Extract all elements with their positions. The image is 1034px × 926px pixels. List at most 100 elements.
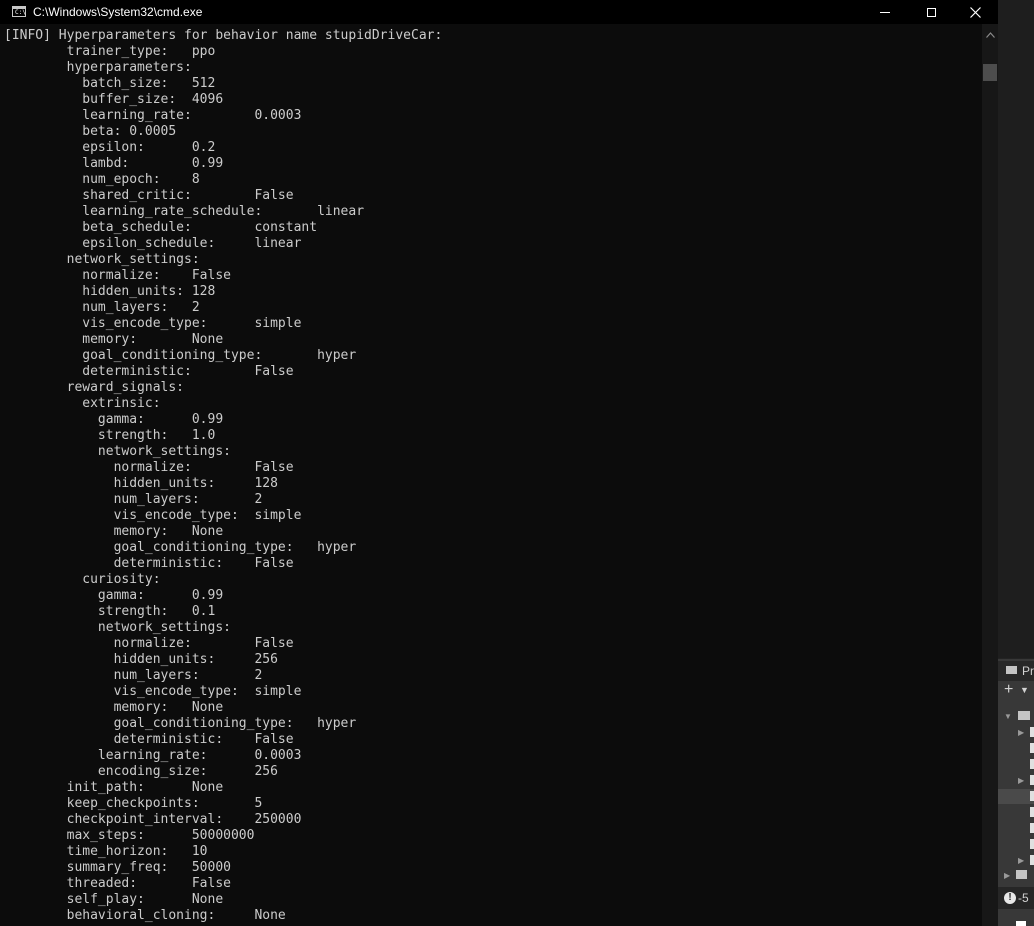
console-line: encoding_size: 256	[4, 764, 278, 779]
console-line: deterministic: False	[4, 556, 294, 571]
console-line: num_epoch: 8	[4, 172, 200, 187]
background-editor-area	[998, 0, 1034, 658]
console-line: behavioral_cloning: None	[4, 908, 286, 923]
console-line: beta_schedule: constant	[4, 220, 318, 235]
window-title: C:\Windows\System32\cmd.exe	[33, 5, 203, 19]
console-line: vis_encode_type: simple	[4, 316, 302, 331]
folder-icon	[1016, 870, 1027, 879]
expand-down-icon[interactable]: ▼	[1004, 712, 1012, 722]
close-button[interactable]	[952, 0, 998, 24]
tree-item[interactable]	[1030, 759, 1034, 769]
title-bar[interactable]: C:\ C:\Windows\System32\cmd.exe	[0, 0, 998, 24]
console-window: C:\ C:\Windows\System32\cmd.exe [INFO] H…	[0, 0, 998, 926]
console-line: extrinsic:	[4, 396, 161, 411]
console-line: goal_conditioning_type: hyper	[4, 540, 357, 555]
console-line: hidden_units: 128	[4, 476, 278, 491]
console-line: curiosity:	[4, 572, 161, 587]
close-icon	[969, 6, 981, 18]
add-button[interactable]: +	[1004, 681, 1013, 699]
chevron-down-icon[interactable]: ▼	[1020, 681, 1029, 699]
console-line: reward_signals:	[4, 380, 185, 395]
folder-icon	[1006, 666, 1017, 674]
console-line: normalize: False	[4, 460, 294, 475]
console-line: gamma: 0.99	[4, 412, 224, 427]
minimize-button[interactable]	[862, 0, 908, 24]
console-line: gamma: 0.99	[4, 588, 224, 603]
windows-logo-icon[interactable]	[1016, 921, 1026, 926]
console-line: strength: 0.1	[4, 604, 216, 619]
console-line: trainer_type: ppo	[4, 44, 216, 59]
console-line: batch_size: 512	[4, 76, 216, 91]
console-line: beta: 0.0005	[4, 124, 177, 139]
background-editor-window: Pr + ▼ ▼ ▶ ▶ ▶ ▶ ! -5	[998, 0, 1034, 926]
tree-item[interactable]	[1030, 791, 1034, 801]
console-line: epsilon: 0.2	[4, 140, 216, 155]
expand-right-icon[interactable]: ▶	[1004, 871, 1010, 881]
tree-item[interactable]	[1030, 807, 1034, 817]
console-line: vis_encode_type: simple	[4, 508, 302, 523]
console-line: deterministic: False	[4, 364, 294, 379]
console-line: learning_rate: 0.0003	[4, 108, 302, 123]
vertical-scrollbar[interactable]	[982, 24, 998, 926]
console-line: hyperparameters:	[4, 60, 192, 75]
console-output[interactable]: [INFO] Hyperparameters for behavior name…	[4, 28, 980, 926]
console-line: hidden_units: 128	[4, 284, 216, 299]
console-line: network_settings:	[4, 620, 231, 635]
console-line: init_path: None	[4, 780, 224, 795]
console-line: time_horizon: 10	[4, 844, 208, 859]
console-line: deterministic: False	[4, 732, 294, 747]
tree-item[interactable]	[1030, 855, 1034, 865]
console-line: strength: 1.0	[4, 428, 216, 443]
console-line: num_layers: 2	[4, 300, 200, 315]
console-line: threaded: False	[4, 876, 231, 891]
status-text: -5	[1018, 891, 1029, 905]
console-line: learning_rate_schedule: linear	[4, 204, 365, 219]
console-line: memory: None	[4, 524, 224, 539]
maximize-icon	[926, 7, 936, 17]
taskbar-strip	[998, 909, 1034, 926]
tree-item[interactable]	[1030, 743, 1034, 753]
tree-item[interactable]	[1030, 727, 1034, 737]
console-line: checkpoint_interval: 250000	[4, 812, 302, 827]
chevron-up-icon	[985, 32, 995, 38]
tree-item[interactable]	[1030, 839, 1034, 849]
console-line: goal_conditioning_type: hyper	[4, 348, 357, 363]
console-status-bar[interactable]: ! -5	[998, 887, 1034, 909]
console-line: summary_freq: 50000	[4, 860, 231, 875]
console-line: num_layers: 2	[4, 492, 263, 507]
console-line: self_play: None	[4, 892, 224, 907]
console-line: num_layers: 2	[4, 668, 263, 683]
console-line: hidden_units: 256	[4, 652, 278, 667]
console-line: normalize: False	[4, 268, 231, 283]
console-line: shared_critic: False	[4, 188, 294, 203]
console-line: normalize: False	[4, 636, 294, 651]
expand-right-icon[interactable]: ▶	[1018, 728, 1024, 738]
cmd-icon: C:\	[12, 6, 26, 17]
console-line: memory: None	[4, 700, 224, 715]
project-panel-tab-label: Pr	[1022, 664, 1034, 678]
scroll-thumb[interactable]	[983, 64, 997, 81]
warning-icon: !	[1004, 892, 1016, 904]
minimize-icon	[880, 11, 890, 13]
console-line: buffer_size: 4096	[4, 92, 224, 107]
console-line: network_settings:	[4, 444, 231, 459]
project-panel-tab[interactable]: Pr	[998, 661, 1034, 681]
project-panel: Pr + ▼ ▼ ▶ ▶ ▶ ▶ ! -5	[998, 658, 1034, 926]
console-line: goal_conditioning_type: hyper	[4, 716, 357, 731]
maximize-button[interactable]	[908, 0, 954, 24]
console-line: max_steps: 50000000	[4, 828, 255, 843]
console-line: vis_encode_type: simple	[4, 684, 302, 699]
open-folder-icon	[1018, 711, 1030, 720]
console-line: epsilon_schedule: linear	[4, 236, 302, 251]
console-line: network_settings:	[4, 252, 200, 267]
tree-item[interactable]	[1030, 775, 1034, 785]
expand-right-icon[interactable]: ▶	[1018, 856, 1024, 866]
tree-item[interactable]	[1030, 823, 1034, 833]
console-line: lambd: 0.99	[4, 156, 224, 171]
console-line: [INFO] Hyperparameters for behavior name…	[4, 28, 443, 43]
scroll-up-button[interactable]	[982, 28, 998, 42]
tree-item-selected[interactable]	[998, 789, 1034, 804]
expand-right-icon[interactable]: ▶	[1018, 776, 1024, 786]
cmd-icon-label: C:\	[15, 9, 26, 16]
console-line: learning_rate: 0.0003	[4, 748, 302, 763]
